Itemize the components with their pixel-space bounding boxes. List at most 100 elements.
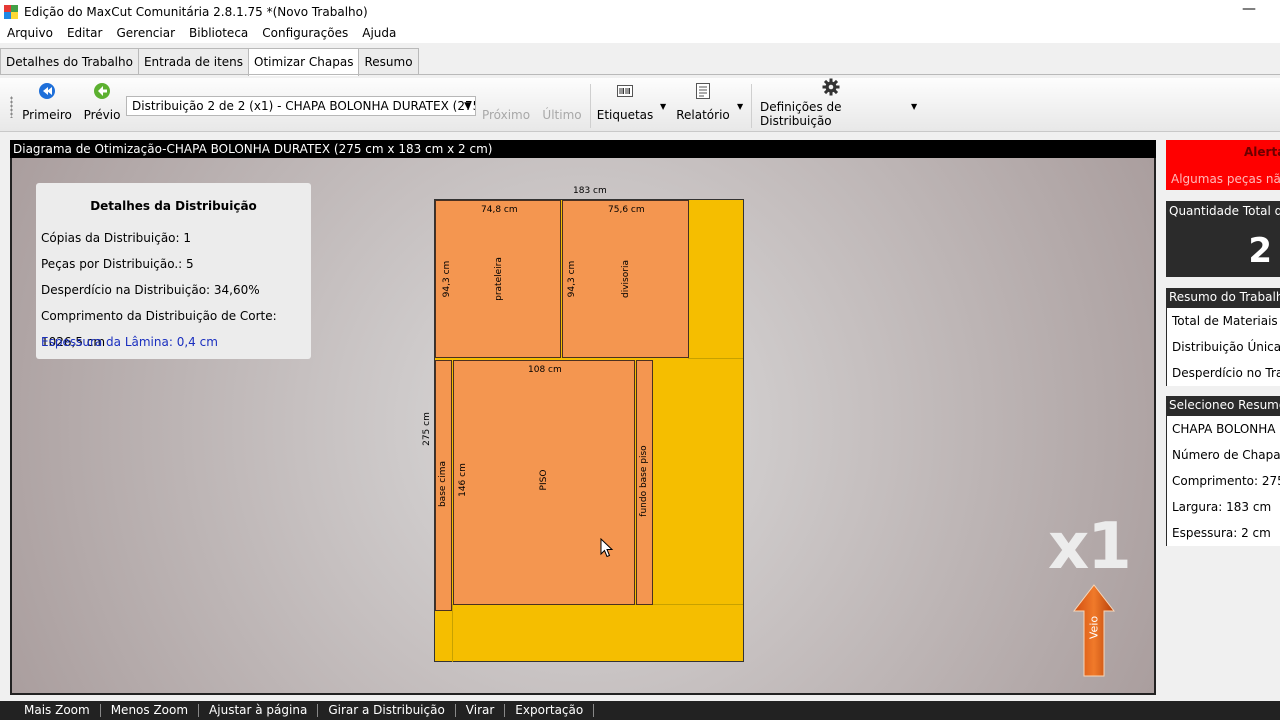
total-quantity-title: Quantidade Total de (1169, 204, 1280, 218)
barcode-icon (617, 78, 633, 104)
diagram-header: Diagrama de Otimização-CHAPA BOLONHA DUR… (10, 140, 1156, 158)
comprimento-value: Comprimento da Distribuição de Corte: 10… (41, 309, 277, 349)
prateleira-name-label: prateleira (494, 257, 504, 301)
copias-value: Cópias da Distribuição: 1 (41, 231, 192, 245)
divisoria-height-label: 94,3 cm (567, 260, 577, 298)
mouse-cursor-icon (600, 538, 614, 558)
virar-button[interactable]: Virar (456, 704, 506, 717)
piso-width-label: 108 cm (528, 365, 562, 375)
desperdicio-value: Desperdício na Distribuição: 34,60% (41, 283, 260, 297)
piso-name-label: PISO (539, 469, 549, 491)
menu-bar: Arquivo Editar Gerenciar Biblioteca Conf… (0, 23, 1280, 43)
previo-label: Prévio (83, 108, 121, 122)
menu-editar[interactable]: Editar (60, 26, 110, 40)
proximo-button[interactable]: Próximo (482, 78, 530, 128)
toolbar-separator (751, 84, 752, 128)
material-name-row: CHAPA BOLONHA D (1172, 422, 1280, 436)
pecas-value: Peças por Distribuição.: 5 (41, 257, 194, 271)
selected-summary-box: Selecioneo Resumo d CHAPA BOLONHA D Núme… (1166, 396, 1280, 546)
comprimento-row: Comprimento: 275 c (1172, 474, 1280, 488)
prateleira-width-label: 74,8 cm (481, 205, 518, 215)
piso-height-label: 146 cm (458, 463, 468, 497)
previous-icon (93, 78, 111, 104)
primeiro-label: Primeiro (22, 108, 72, 122)
menos-zoom-button[interactable]: Menos Zoom (101, 704, 200, 717)
mais-zoom-button[interactable]: Mais Zoom (14, 704, 101, 717)
menu-gerenciar[interactable]: Gerenciar (109, 26, 182, 40)
prateleira-height-label: 94,3 cm (442, 260, 452, 298)
window-title: Edição do MaxCut Comunitária 2.8.1.75 *(… (24, 4, 368, 19)
definicoes-label: Definições de Distribuição (760, 100, 842, 128)
ajustar-pagina-button[interactable]: Ajustar à página (199, 704, 319, 717)
piece-piso[interactable]: 108 cm 146 cm PISO (453, 360, 635, 605)
espessura-value: Espessura da Lâmina: 0,4 cm (41, 335, 218, 349)
proximo-label: Próximo (481, 108, 531, 122)
relatorio-dropdown-icon[interactable]: ▼ (737, 102, 743, 111)
grain-direction-arrow: Veio (1072, 583, 1116, 678)
previo-button[interactable]: Prévio (84, 78, 120, 128)
tab-otimizar-chapas[interactable]: Otimizar Chapas (248, 48, 360, 76)
menu-arquivo[interactable]: Arquivo (0, 26, 60, 40)
app-icon (4, 4, 18, 19)
job-summary-box: Resumo do Trabalho Total de Materiais Ch… (1166, 288, 1280, 386)
divisoria-width-label: 75,6 cm (608, 205, 645, 215)
toolbar-grip[interactable] (10, 96, 13, 118)
etiquetas-button[interactable]: Etiquetas (596, 78, 654, 128)
relatorio-button[interactable]: Relatório (676, 78, 730, 128)
ultimo-button[interactable]: Último (542, 78, 582, 128)
definicoes-dropdown-icon[interactable]: ▼ (911, 102, 917, 111)
diagram-canvas[interactable]: Detalhes da Distribuição Cópias da Distr… (10, 158, 1156, 695)
distribuicao-select[interactable]: Distribuição 2 de 2 (x1) - CHAPA BOLONHA… (126, 96, 476, 116)
minimize-button[interactable]: — (1242, 1, 1256, 17)
distribuicao-unica-row: Distribuição Única: 2 (1172, 340, 1280, 354)
relatorio-label: Relatório (676, 108, 730, 122)
toolbar-separator (590, 84, 591, 128)
fundo-base-piso-name-label: fundo base piso (639, 445, 649, 517)
piece-prateleira[interactable]: 74,8 cm 94,3 cm prateleira (435, 200, 561, 358)
cut-line (452, 604, 453, 662)
grain-label: Veio (1087, 615, 1101, 640)
total-quantity-value: 2 (1248, 231, 1272, 271)
sheet-width-label: 183 cm (573, 186, 607, 196)
piece-base-cima[interactable]: base cima (435, 360, 452, 611)
menu-configuracoes[interactable]: Configurações (255, 26, 355, 40)
ultimo-label: Último (542, 108, 582, 122)
tab-entrada-de-itens[interactable]: Entrada de itens (137, 48, 250, 75)
total-quantity-box: Quantidade Total de 2 (1166, 201, 1280, 277)
etiquetas-label: Etiquetas (596, 108, 654, 122)
exportacao-button[interactable]: Exportação (505, 704, 595, 717)
tab-detalhes-do-trabalho[interactable]: Detalhes do Trabalho (0, 48, 139, 75)
report-icon (696, 78, 710, 104)
cut-line (688, 358, 743, 359)
tab-strip: Detalhes do Trabalho Entrada de itens Ot… (0, 48, 419, 76)
menu-biblioteca[interactable]: Biblioteca (182, 26, 255, 40)
job-summary-title: Resumo do Trabalho (1169, 290, 1280, 304)
piece-fundo-base-piso[interactable]: fundo base piso (636, 360, 653, 605)
bottom-toolbar: Mais Zoom Menos Zoom Ajustar à página Gi… (0, 701, 1280, 720)
alert-title: Alerta (1244, 145, 1280, 159)
distribution-details-title: Detalhes da Distribuição (90, 199, 257, 213)
sheet-layout[interactable]: 74,8 cm 94,3 cm prateleira 75,6 cm 94,3 … (434, 199, 744, 662)
base-cima-name-label: base cima (438, 460, 448, 508)
sheet-length-label: 275 cm (422, 412, 432, 446)
piece-divisoria[interactable]: 75,6 cm 94,3 cm divisoria (562, 200, 689, 358)
numero-chapas-row: Número de Chapas: (1172, 448, 1280, 462)
distribuicao-select-value: Distribuição 2 de 2 (x1) - CHAPA BOLONHA… (132, 99, 476, 113)
etiquetas-dropdown-icon[interactable]: ▼ (660, 102, 666, 111)
alert-text: Algumas peças não f (1171, 172, 1280, 186)
alert-box: Alerta Algumas peças não f (1166, 140, 1280, 190)
menu-ajuda[interactable]: Ajuda (355, 26, 403, 40)
girar-distribuicao-button[interactable]: Girar a Distribuição (318, 704, 456, 717)
selected-summary-title: Selecioneo Resumo d (1169, 398, 1280, 412)
divisoria-name-label: divisoria (621, 260, 631, 298)
gear-icon (822, 78, 840, 96)
definicoes-button[interactable]: Definições de Distribuição (760, 78, 902, 128)
espessura-row: Espessura: 2 cm (1172, 526, 1271, 540)
tab-divider (0, 74, 1280, 75)
title-bar: Edição do MaxCut Comunitária 2.8.1.75 *(… (0, 0, 1280, 23)
largura-row: Largura: 183 cm (1172, 500, 1272, 514)
desperdicio-trabalho-row: Desperdício no Traba (1172, 366, 1280, 380)
distribution-details-card: Detalhes da Distribuição Cópias da Distr… (36, 183, 311, 359)
primeiro-button[interactable]: Primeiro (22, 78, 72, 128)
tab-resumo[interactable]: Resumo (358, 48, 419, 75)
